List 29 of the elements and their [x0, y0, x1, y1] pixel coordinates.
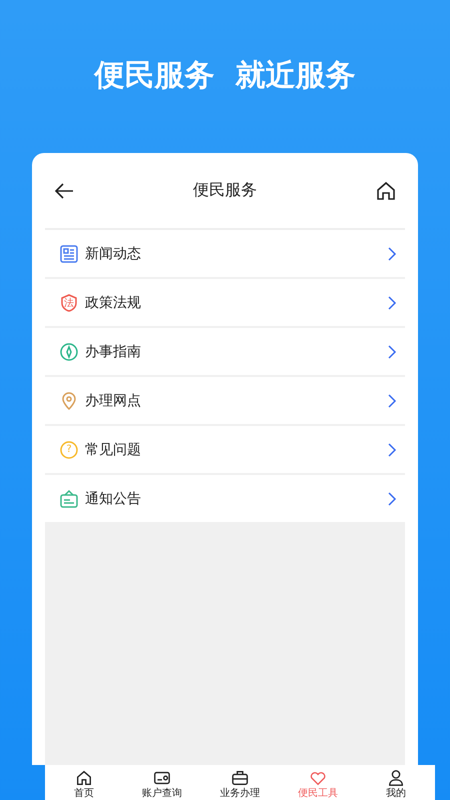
newspaper-icon	[59, 244, 79, 264]
chevron-right-icon[interactable]	[387, 296, 397, 310]
nav-tab[interactable]: 首页	[45, 765, 123, 800]
chevron-right-icon[interactable]	[387, 492, 397, 506]
banner-title: 便民服务 就近服务	[92, 57, 356, 95]
home-icon	[75, 769, 93, 787]
chevron-right-icon[interactable]	[387, 344, 397, 358]
menu-item-label[interactable]: 政策法规	[85, 294, 381, 312]
menu-item-label[interactable]: 常见问题	[85, 440, 381, 458]
menu-item-label[interactable]: 办理网点	[85, 392, 381, 410]
menu-item-label[interactable]: 办事指南	[85, 342, 381, 360]
person-icon	[387, 769, 405, 787]
compass-icon	[59, 342, 79, 362]
chevron-right-icon[interactable]	[387, 246, 397, 260]
nav-tab[interactable]: 我的	[357, 765, 435, 800]
menu-item-label[interactable]: 新闻动态	[85, 244, 381, 262]
chevron-right-icon[interactable]	[387, 394, 397, 408]
home-icon[interactable]	[375, 180, 397, 202]
nav-tab[interactable]: 业务办理	[201, 765, 279, 800]
notice-board-icon	[59, 488, 79, 508]
menu-item-label[interactable]: 通知公告	[85, 490, 381, 508]
chevron-right-icon[interactable]	[387, 442, 397, 456]
heart-icon	[309, 769, 327, 787]
page-title: 便民服务	[193, 180, 257, 201]
card-icon	[153, 769, 171, 787]
question-icon: ?	[59, 440, 79, 460]
briefcase-icon	[231, 769, 249, 787]
shield-icon: 法	[59, 292, 79, 312]
nav-tab[interactable]: 账户查询	[123, 765, 201, 800]
